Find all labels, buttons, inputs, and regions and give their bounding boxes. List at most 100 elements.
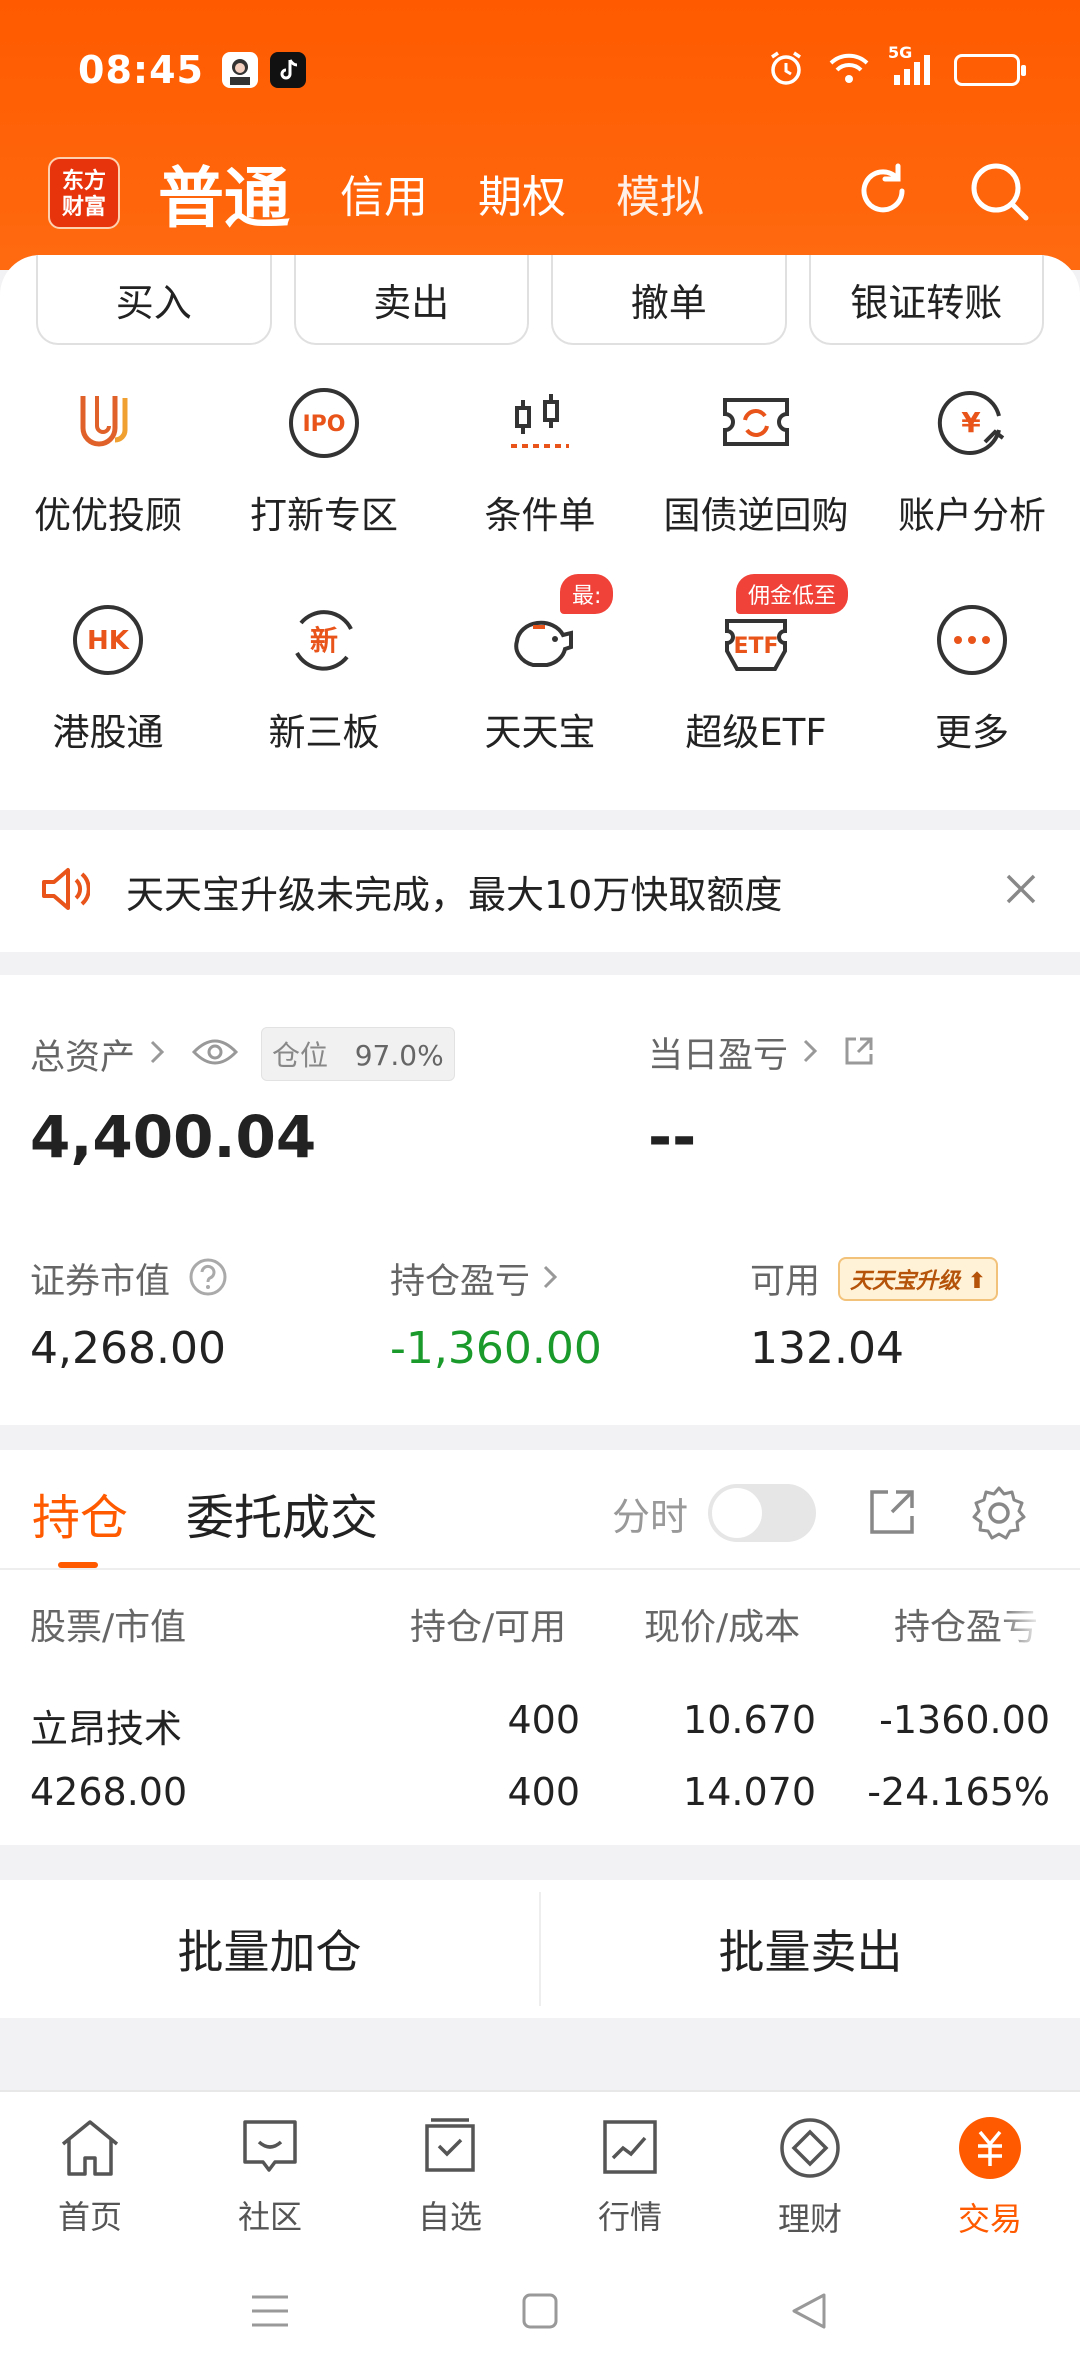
help-icon[interactable] [188,1257,228,1301]
notice-bar[interactable]: 天天宝升级未完成，最大10万快取额度 [0,830,1080,952]
grid-label: 超级ETF [685,711,827,754]
holding-pl-value: -1,360.00 [390,1323,602,1374]
menu-icon[interactable] [250,2293,290,2333]
sell-button[interactable]: 卖出 [293,255,529,345]
eye-icon[interactable] [191,1037,239,1071]
grid-item-account-analysis[interactable]: ¥ 账户分析 [864,383,1080,539]
trade-icon [958,2116,1022,2184]
holding-pl-pct: -24.165% [867,1770,1050,1814]
grid-label: 新三板 [268,711,380,754]
nav-label: 理财 [777,2200,842,2238]
holding-pl-label[interactable]: 持仓盈亏 [390,1253,530,1304]
function-grid-row-2: HK 港股通 新 新三板 最: 天天宝 佣金低至 ETF 超级ETF 更多 [0,574,1080,756]
batch-add-button[interactable]: 批量加仓 [0,1880,539,2018]
tab-indicator [58,1562,98,1568]
position-qty: 400 [507,1698,580,1742]
yen-analysis-icon: ¥ [932,383,1012,463]
col-header-pl: 持仓盈亏 [894,1607,1039,1648]
search-icon[interactable] [966,158,1032,228]
notice-text: 天天宝升级未完成，最大10万快取额度 [126,872,783,917]
nav-trade[interactable]: 交易 [900,2092,1080,2248]
total-assets-label[interactable]: 总资产 [30,1029,135,1080]
current-price: 10.670 [683,1698,816,1742]
grid-item-ipo[interactable]: IPO 打新专区 [216,383,432,539]
etf-glyph: ETF [733,634,778,659]
available-value: 132.04 [750,1323,904,1374]
chevron-right-icon [149,1039,165,1069]
nav-community[interactable]: 社区 [180,2092,360,2248]
grid-label: 条件单 [484,494,596,537]
asset-summary: 总资产 仓位 97.0% 4,400.04 当日盈亏 -- 证券市值 4,268… [0,975,1080,1425]
grid-item-advisor[interactable]: 优优投顾 [0,383,216,539]
tab-orders[interactable]: 委托成交 [186,1478,378,1548]
daily-pl-label[interactable]: 当日盈亏 [648,1027,788,1078]
cost-price: 14.070 [683,1770,816,1814]
tab-options[interactable]: 期权 [478,161,566,225]
wealth-icon [778,2116,842,2184]
system-nav-bar [0,2248,1080,2378]
network-label: 5G [888,43,913,62]
grid-item-more[interactable]: 更多 [864,600,1080,756]
quick-action-row: 买入 卖出 撤单 银证转账 [36,255,1044,345]
cancel-order-button[interactable]: 撤单 [551,255,787,345]
community-icon [239,2116,301,2182]
grid-label: 国债逆回购 [663,494,849,537]
status-time: 08:45 [78,48,204,92]
grid-item-conditional-order[interactable]: 条件单 [432,383,648,539]
grid-label: 港股通 [52,711,164,754]
settings-gear-icon[interactable] [970,1484,1028,1546]
tab-simulation[interactable]: 模拟 [616,161,704,225]
tab-positions[interactable]: 持仓 [32,1478,128,1548]
hk-glyph: HK [87,626,130,656]
grid-item-new-third-board[interactable]: 新 新三板 [216,600,432,756]
nav-home[interactable]: 首页 [0,2092,180,2248]
nav-market[interactable]: 行情 [540,2092,720,2248]
bond-repo-icon [716,383,796,463]
home-square-icon[interactable] [520,2291,560,2335]
position-value: 97.0% [354,1039,444,1072]
holdings-section: 持仓 委托成交 分时 股票/市值 持仓/可用 现价/成本 持仓盈亏 立昂技术 4… [0,1450,1080,1845]
grid-item-super-etf[interactable]: 佣金低至 ETF 超级ETF [648,574,864,756]
share-icon[interactable] [866,1486,918,1542]
nav-label: 首页 [57,2198,122,2236]
app-header: 08:45 5G 东方 财富 普通 信用 期权 模拟 [0,0,1080,270]
home-icon [57,2116,123,2182]
buy-button[interactable]: 买入 [36,255,272,345]
grid-item-bond-repo[interactable]: 国债逆回购 [648,383,864,539]
battery-icon [954,54,1026,86]
col-header-price: 现价/成本 [644,1607,801,1648]
bank-transfer-button[interactable]: 银证转账 [808,255,1044,345]
grid-item-hk-connect[interactable]: HK 港股通 [0,600,216,756]
close-icon[interactable] [1004,872,1038,910]
intraday-label: 分时 [612,1495,689,1539]
promo-tag: 最: [560,574,614,614]
grid-label: 账户分析 [898,494,1046,537]
ipo-glyph: IPO [302,412,345,437]
bottom-nav: 首页 社区 自选 行情 理财 交易 [0,2090,1080,2248]
account-type-nav: 东方 财富 普通 信用 期权 模拟 [48,148,1032,238]
tab-normal[interactable]: 普通 [158,145,290,241]
more-icon [932,600,1012,680]
status-bar: 08:45 5G [78,40,1026,100]
intraday-toggle[interactable] [708,1484,816,1542]
alarm-icon [766,48,806,92]
batch-actions: 批量加仓 批量卖出 [0,1880,1080,2018]
nav-label: 自选 [417,2198,482,2236]
back-icon[interactable] [790,2291,830,2335]
nav-wealth[interactable]: 理财 [720,2092,900,2248]
tiantianbao-upgrade-badge[interactable]: 天天宝升级 ⬆ [838,1256,999,1301]
chevron-right-icon [542,1264,558,1294]
refresh-icon[interactable] [850,158,916,228]
function-grid-row-1: 优优投顾 IPO 打新专区 条件单 国债逆回购 ¥ 账户分析 [0,383,1080,539]
batch-sell-button[interactable]: 批量卖出 [541,1880,1080,2018]
nav-watchlist[interactable]: 自选 [360,2092,540,2248]
uu-advisor-icon [68,383,148,463]
total-assets-value: 4,400.04 [30,1103,317,1171]
new-board-icon: 新 [284,600,364,680]
nav-label: 社区 [237,2198,302,2236]
position-label: 仓位 [272,1039,329,1072]
grid-item-tiantianbao[interactable]: 最: 天天宝 [432,574,648,756]
external-link-icon[interactable] [842,1034,876,1072]
tab-credit[interactable]: 信用 [340,161,428,225]
position-chip: 仓位 97.0% [261,1027,455,1081]
